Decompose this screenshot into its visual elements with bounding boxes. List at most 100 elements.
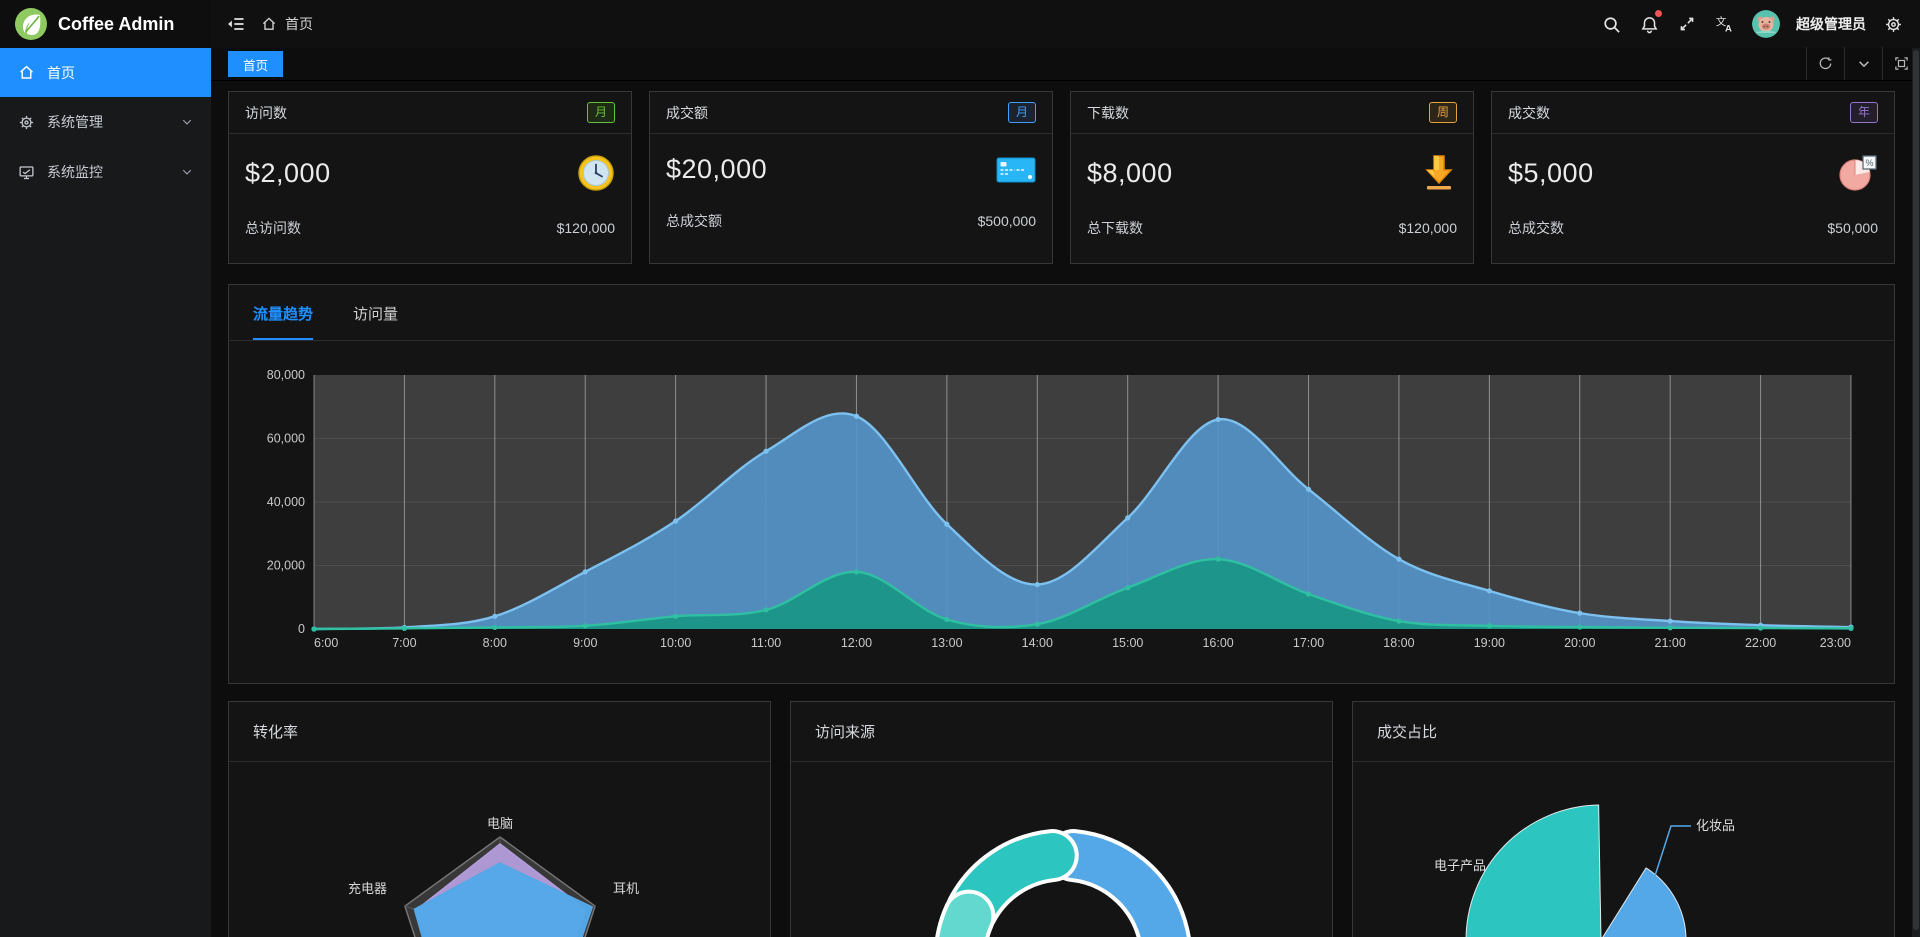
stat-card-title: 下载数: [1087, 103, 1129, 123]
svg-text:40,000: 40,000: [267, 495, 305, 509]
tab-home[interactable]: 首页: [228, 51, 283, 77]
svg-text:16:00: 16:00: [1202, 636, 1233, 650]
menu-fold-icon[interactable]: [225, 13, 247, 35]
chevron-down-icon[interactable]: [1844, 47, 1882, 80]
pie-icon: %: [1838, 154, 1878, 192]
chevron-down-icon: [181, 116, 193, 128]
svg-text:13:00: 13:00: [931, 636, 962, 650]
stat-value: $5,000: [1508, 158, 1594, 189]
svg-text:6:00: 6:00: [314, 636, 338, 650]
avatar[interactable]: [1752, 10, 1780, 38]
stat-footer-label: 总成交数: [1508, 218, 1564, 238]
stat-card-turnover: 成交额 月 $20,000: [649, 91, 1053, 264]
app-title: Coffee Admin: [58, 14, 174, 35]
svg-text:电子产品: 电子产品: [1434, 858, 1486, 873]
stat-footer-value: $120,000: [557, 220, 615, 236]
conversion-rate-card: 转化率 电脑耳机充电器: [228, 701, 771, 937]
period-badge: 周: [1429, 102, 1457, 123]
sidebar-item-label: 系统监控: [47, 162, 169, 182]
card-title: 访问来源: [815, 721, 875, 742]
period-badge: 月: [1008, 102, 1036, 123]
notification-dot: [1655, 10, 1662, 17]
main-area: 首页 文: [211, 0, 1920, 937]
chevron-down-icon: [181, 166, 193, 178]
sidebar-item-system-monitor[interactable]: 系统监控: [0, 147, 211, 197]
clock-icon: [577, 154, 615, 192]
svg-text:21:00: 21:00: [1655, 636, 1686, 650]
stat-card-title: 成交额: [666, 103, 708, 123]
stat-footer-label: 总访问数: [245, 218, 301, 238]
translate-icon[interactable]: 文 A: [1714, 13, 1736, 35]
svg-text:电脑: 电脑: [487, 816, 513, 831]
stat-card-title: 成交数: [1508, 103, 1550, 123]
tab-visit-volume[interactable]: 访问量: [353, 303, 398, 340]
stat-value: $2,000: [245, 158, 331, 189]
svg-text:19:00: 19:00: [1474, 636, 1505, 650]
svg-text:14:00: 14:00: [1022, 636, 1053, 650]
svg-text:0: 0: [298, 622, 305, 636]
svg-text:17:00: 17:00: [1293, 636, 1324, 650]
svg-text:12:00: 12:00: [841, 636, 872, 650]
download-icon: [1421, 154, 1457, 192]
notification-bell-icon[interactable]: [1638, 13, 1660, 35]
breadcrumb[interactable]: 首页: [261, 14, 313, 34]
stat-footer-label: 总成交额: [666, 211, 722, 231]
monitor-icon: [18, 164, 35, 181]
settings-gear-icon[interactable]: [1882, 13, 1904, 35]
stat-card-title: 访问数: [245, 103, 287, 123]
stat-footer-value: $500,000: [978, 213, 1036, 229]
svg-text:%: %: [1866, 158, 1874, 168]
bottom-row: 转化率 电脑耳机充电器 访问来源 成交占比 电子产品化妆品: [228, 701, 1895, 937]
svg-text:20:00: 20:00: [1564, 636, 1595, 650]
svg-text:A: A: [1725, 23, 1732, 34]
card-title: 转化率: [253, 721, 298, 742]
sidebar-menu: 首页 系统管理 系统监控: [0, 48, 211, 197]
stat-card-downloads: 下载数 周 $8,000: [1070, 91, 1474, 264]
radar-chart: 电脑耳机充电器: [229, 762, 770, 937]
tab-traffic-trend[interactable]: 流量趋势: [253, 303, 313, 340]
trend-card: 流量趋势 访问量 0 20,000 40,000 60,000 80,000 6:00 7:…: [228, 284, 1895, 684]
svg-text:9:00: 9:00: [573, 636, 597, 650]
home-icon: [261, 16, 277, 32]
scrollbar[interactable]: [1912, 48, 1920, 937]
svg-text:20,000: 20,000: [267, 559, 305, 573]
svg-text:80,000: 80,000: [267, 368, 305, 382]
tabbar: 首页: [211, 48, 1920, 81]
stat-card-visits: 访问数 月 $2,000: [228, 91, 632, 264]
stat-value: $20,000: [666, 154, 767, 185]
trend-tabs: 流量趋势 访问量: [229, 285, 1894, 341]
stat-value: $8,000: [1087, 158, 1173, 189]
rose-pie-chart: 电子产品化妆品: [1353, 762, 1894, 937]
sidebar-item-home[interactable]: 首页: [0, 48, 211, 97]
breadcrumb-label: 首页: [285, 14, 313, 34]
svg-text:耳机: 耳机: [613, 881, 639, 896]
svg-text:11:00: 11:00: [751, 636, 781, 650]
gear-icon: [18, 114, 35, 131]
username[interactable]: 超级管理员: [1796, 14, 1866, 34]
sidebar-item-system-admin[interactable]: 系统管理: [0, 97, 211, 147]
deal-share-card: 成交占比 电子产品化妆品: [1352, 701, 1895, 937]
leaf-logo-icon: [14, 7, 48, 41]
period-badge: 月: [587, 102, 615, 123]
scrollbar-thumb[interactable]: [1913, 50, 1919, 930]
app-logo[interactable]: Coffee Admin: [0, 0, 211, 48]
card-title: 成交占比: [1377, 721, 1437, 742]
svg-text:8:00: 8:00: [483, 636, 507, 650]
donut-chart: [791, 762, 1332, 937]
svg-text:18:00: 18:00: [1383, 636, 1414, 650]
stat-footer-label: 总下载数: [1087, 218, 1143, 238]
sidebar-item-label: 首页: [47, 63, 193, 83]
search-icon[interactable]: [1600, 13, 1622, 35]
stat-row: 访问数 月 $2,000: [228, 91, 1895, 264]
svg-text:23:00: 23:00: [1820, 636, 1851, 650]
period-badge: 年: [1850, 102, 1878, 123]
svg-text:7:00: 7:00: [392, 636, 416, 650]
home-icon: [18, 64, 35, 81]
navbar: 首页 文: [211, 0, 1920, 48]
sidebar-item-label: 系统管理: [47, 112, 169, 132]
refresh-icon[interactable]: [1806, 47, 1844, 80]
content: 访问数 月 $2,000: [211, 81, 1920, 937]
fullscreen-icon[interactable]: [1676, 13, 1698, 35]
traffic-trend-chart: 0 20,000 40,000 60,000 80,000 6:00 7:00 8:00 9:0…: [229, 343, 1892, 655]
svg-text:60,000: 60,000: [267, 432, 305, 446]
